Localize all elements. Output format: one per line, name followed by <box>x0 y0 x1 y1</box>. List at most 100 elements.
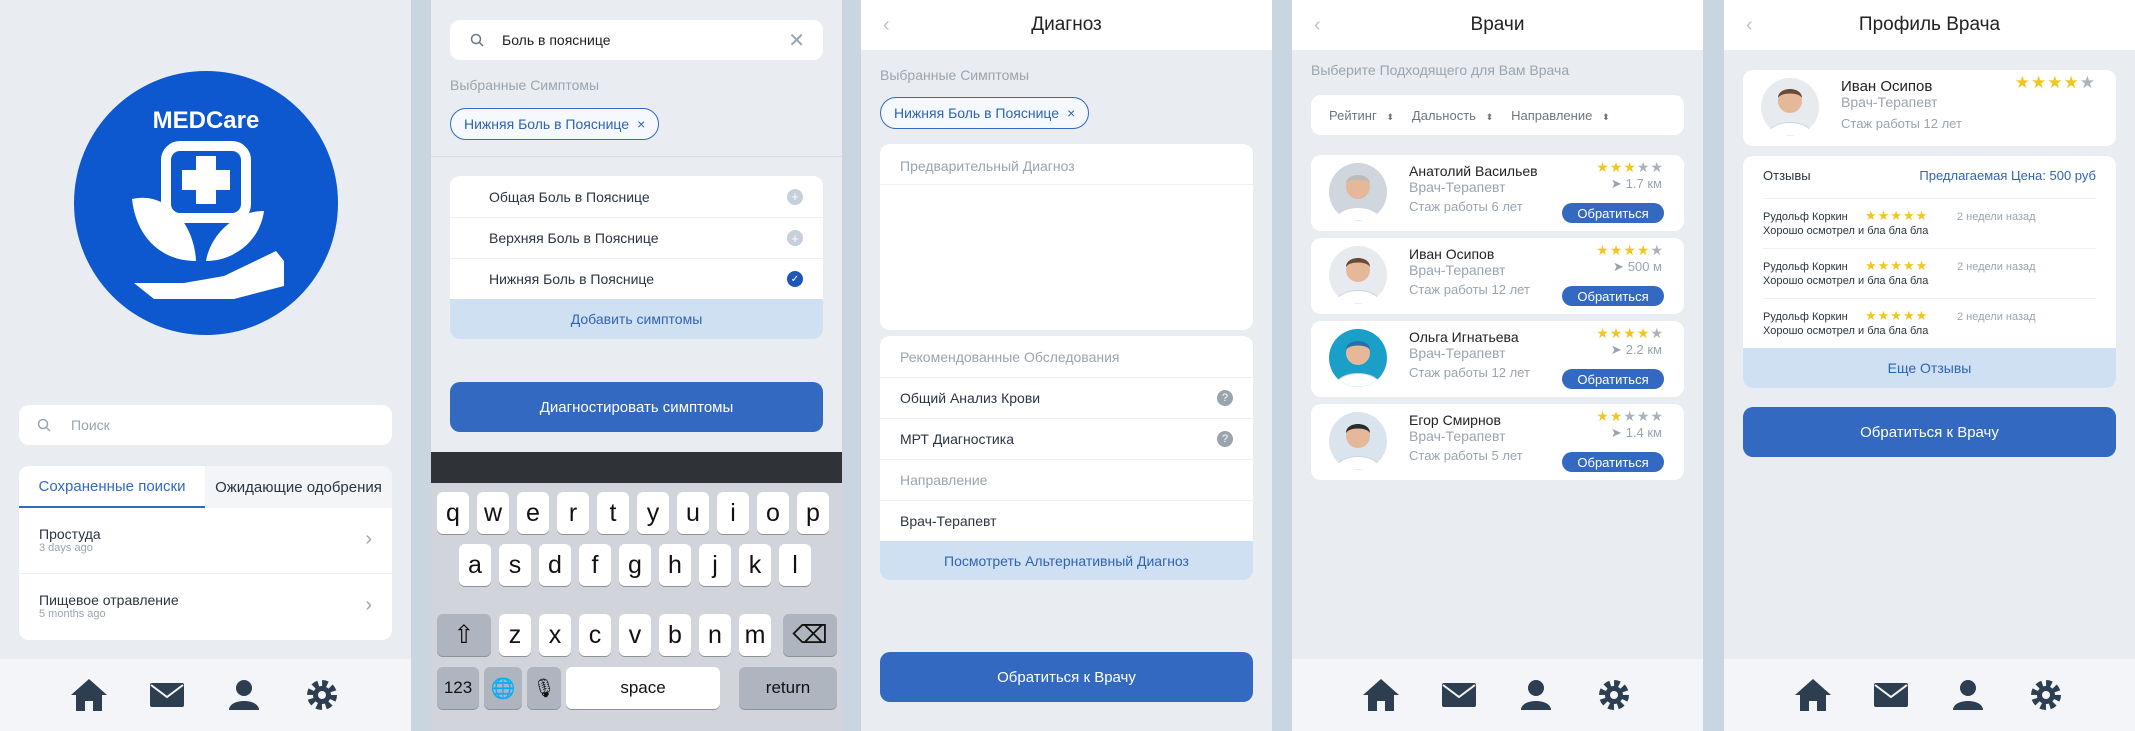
user-icon[interactable] <box>222 673 266 717</box>
doctor-card[interactable]: Ольга Игнатьева Врач-Терапевт Стаж работы … <box>1311 321 1684 397</box>
preliminary-diagnosis-field[interactable]: Предварительный Диагноз <box>880 144 1253 330</box>
rating-stars: ★★★★★ <box>1596 408 1664 424</box>
symptom-option[interactable]: Нижняя Боль в Пояснице ✓ <box>450 258 823 299</box>
help-icon[interactable]: ? <box>1217 390 1233 406</box>
check-icon[interactable]: ✓ <box>787 271 803 287</box>
key-r[interactable]: r <box>557 492 589 534</box>
filter-rating[interactable]: Рейтинг ⬍ <box>1329 108 1394 123</box>
key-x[interactable]: x <box>539 614 571 656</box>
add-icon[interactable]: + <box>787 230 803 246</box>
avatar <box>1761 78 1819 136</box>
reviews-label: Отзывы <box>1763 168 1811 183</box>
apply-button[interactable]: Обратиться <box>1562 369 1664 389</box>
test-item[interactable]: Общий Анализ Крови ? <box>880 377 1253 418</box>
help-icon[interactable]: ? <box>1217 431 1233 447</box>
key-q[interactable]: q <box>437 492 469 534</box>
add-icon[interactable]: + <box>787 188 803 205</box>
gear-icon[interactable] <box>300 673 344 717</box>
doctor-card[interactable]: Иван Осипов Врач-Терапевт Стаж работы 12 л… <box>1311 238 1684 314</box>
filter-distance[interactable]: Дальность ⬍ <box>1412 108 1493 123</box>
key-p[interactable]: p <box>797 492 829 534</box>
tab-saved-searches[interactable]: Сохраненные поиски <box>19 466 205 508</box>
microphone-key[interactable]: 🎙 <box>527 667 561 709</box>
key-l[interactable]: l <box>779 544 811 586</box>
key-t[interactable]: t <box>597 492 629 534</box>
space-key[interactable]: space <box>566 667 720 709</box>
doctor-card[interactable]: Егор Смирнов Врач-Терапевт Стаж работы 5 л… <box>1311 404 1684 480</box>
key-w[interactable]: w <box>477 492 509 534</box>
key-b[interactable]: b <box>659 614 691 656</box>
mail-icon[interactable] <box>1437 673 1481 717</box>
doctor-experience: Стаж работы 12 лет <box>1409 282 1530 297</box>
tab-pending-approvals[interactable]: Ожидающие одобрения <box>205 466 392 508</box>
remove-chip-icon[interactable]: × <box>1067 105 1075 121</box>
avatar <box>1329 329 1387 387</box>
back-icon[interactable]: ‹ <box>1746 14 1753 37</box>
apply-button[interactable]: Обратиться <box>1562 203 1664 223</box>
list-item[interactable]: Простуда 3 days ago › <box>19 508 392 574</box>
distance-value: 500 м <box>1627 259 1662 274</box>
apply-button[interactable]: Обратиться <box>1562 452 1664 472</box>
back-icon[interactable]: ‹ <box>1314 14 1321 37</box>
diagnose-button[interactable]: Диагностировать симптомы <box>450 382 823 432</box>
add-symptoms-button[interactable]: Добавить симптомы <box>450 299 823 339</box>
back-icon[interactable]: ‹ <box>883 14 890 37</box>
key-y[interactable]: y <box>637 492 669 534</box>
distance-value: 1.7 км <box>1625 176 1662 191</box>
key-k[interactable]: k <box>739 544 771 586</box>
return-key[interactable]: return <box>739 667 837 709</box>
filter-label: Направление <box>1511 107 1593 123</box>
contact-doctor-button[interactable]: Обратиться к Врачу <box>1743 407 2116 457</box>
globe-key[interactable]: 🌐 <box>484 667 522 709</box>
symptom-option[interactable]: Верхняя Боль в Пояснице + <box>450 217 823 258</box>
list-item[interactable]: Пищевое отравление 5 months ago › <box>19 574 392 640</box>
location-arrow-icon: ➤ <box>1612 259 1624 274</box>
user-icon[interactable] <box>1514 673 1558 717</box>
key-o[interactable]: o <box>757 492 789 534</box>
home-icon[interactable] <box>67 673 111 717</box>
key-s[interactable]: s <box>499 544 531 586</box>
remove-chip-icon[interactable]: × <box>637 116 645 132</box>
gear-icon[interactable] <box>2024 673 2068 717</box>
key-u[interactable]: u <box>677 492 709 534</box>
key-z[interactable]: z <box>499 614 531 656</box>
more-reviews-button[interactable]: Еще Отзывы <box>1743 348 2116 388</box>
review-text: Хорошо осмотрел и бла бла бла <box>1763 325 1929 337</box>
selected-symptom-chip[interactable]: Нижняя Боль в Пояснице × <box>450 108 660 140</box>
key-c[interactable]: c <box>579 614 611 656</box>
test-item[interactable]: МРТ Диагностика ? <box>880 418 1253 459</box>
doctor-card[interactable]: Анатолий Васильев Врач-Терапевт Стаж работ… <box>1311 155 1684 231</box>
home-icon[interactable] <box>1791 673 1835 717</box>
key-d[interactable]: d <box>539 544 571 586</box>
backspace-key[interactable]: ⌫ <box>783 614 837 656</box>
key-v[interactable]: v <box>619 614 651 656</box>
key-i[interactable]: i <box>717 492 749 534</box>
key-e[interactable]: e <box>517 492 549 534</box>
shift-key[interactable]: ⇧ <box>437 614 491 656</box>
test-label: Общий Анализ Крови <box>900 390 1041 406</box>
key-n[interactable]: n <box>699 614 731 656</box>
search-input[interactable]: Поиск <box>19 405 392 445</box>
review-item: Рудольф Коркин ★★★★★ 2 недели назад Хорошо … <box>1763 198 2096 248</box>
symptom-search-input[interactable]: Боль в пояснице ✕ <box>450 20 823 60</box>
home-icon[interactable] <box>1359 673 1403 717</box>
key-a[interactable]: a <box>459 544 491 586</box>
mail-icon[interactable] <box>1869 673 1913 717</box>
gear-icon[interactable] <box>1592 673 1636 717</box>
mail-icon[interactable] <box>145 673 189 717</box>
contact-doctor-button[interactable]: Обратиться к Врачу <box>880 652 1253 702</box>
key-m[interactable]: m <box>739 614 771 656</box>
apply-button[interactable]: Обратиться <box>1562 286 1664 306</box>
symptom-option[interactable]: Общая Боль в Пояснице + <box>450 176 823 217</box>
key-g[interactable]: g <box>619 544 651 586</box>
key-j[interactable]: j <box>699 544 731 586</box>
filter-direction[interactable]: Направление ⬍ <box>1511 108 1609 123</box>
key-f[interactable]: f <box>579 544 611 586</box>
alternative-diagnosis-button[interactable]: Посмотреть Альтернативный Диагноз <box>880 541 1253 580</box>
clear-icon[interactable]: ✕ <box>788 28 805 53</box>
distance-value: 1.4 км <box>1625 425 1662 440</box>
selected-symptom-chip[interactable]: Нижняя Боль в Пояснице × <box>880 97 1090 129</box>
user-icon[interactable] <box>1946 673 1990 717</box>
numbers-key[interactable]: 123 <box>437 667 479 709</box>
key-h[interactable]: h <box>659 544 691 586</box>
